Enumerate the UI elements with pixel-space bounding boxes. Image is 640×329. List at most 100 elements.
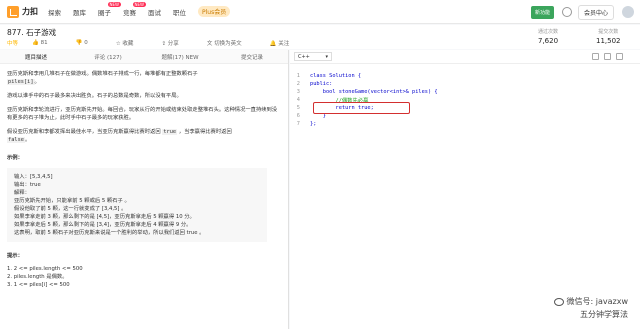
- desc-false-code: false: [7, 137, 25, 143]
- example-line: 这表明，取前 5 颗石子对亚历克斯来说是一个胜利的举动，所以我们返回 true …: [14, 230, 205, 236]
- logo[interactable]: 力扣: [7, 5, 38, 18]
- example-line: 假设他取了前 5 颗，这一行就变成了 [3,4,5] 。: [14, 206, 127, 212]
- like-count: 81: [40, 40, 48, 46]
- tab-comments[interactable]: 评论 (127): [72, 53, 144, 61]
- new-badge: NEW: [107, 1, 121, 7]
- line-number: 2: [296, 81, 300, 87]
- nav-contest[interactable]: 竞赛 NEW: [123, 1, 146, 17]
- submit-count-label: 提交次数: [598, 29, 619, 35]
- favorite-button[interactable]: ☆ 收藏: [116, 39, 148, 47]
- switch-language-button[interactable]: 文 切换为英文: [207, 39, 256, 47]
- dislike-button[interactable]: 👎 0: [76, 40, 102, 46]
- language-value: C++: [298, 53, 310, 60]
- tip-item: 1. 2 <= piles.length <= 500: [7, 266, 83, 272]
- code-editor-panel: C++ ▾ 1 class Solution { 2 public: 3 bool s…: [290, 50, 640, 329]
- watermark-line-2: 五分钟学算法: [580, 310, 628, 319]
- code-text: class Solution {: [310, 73, 362, 79]
- pass-count-block: 通过次数 7,620: [538, 28, 558, 45]
- desc-true-code: true: [162, 129, 178, 135]
- line-number: 1: [296, 73, 300, 79]
- code-line: 2 public:: [290, 80, 640, 88]
- share-button[interactable]: ⇪ 分享: [161, 39, 192, 47]
- desc-paragraph-4: 假设亚历克斯和李都发挥出最佳水平，当亚历克斯赢得比赛时返回 true ，当李赢得…: [7, 128, 281, 144]
- submit-count: 11,502: [596, 37, 621, 45]
- tips-list: 1. 2 <= piles.length <= 500 2. piles.len…: [7, 265, 281, 289]
- new-badge: NEW: [132, 1, 146, 7]
- problem-description: 亚历克斯和李用几堆石子在做游戏。偶数堆石子排成一行，每堆都有正整数颗石子 pile…: [0, 64, 288, 289]
- line-number: 4: [296, 97, 300, 103]
- follow-label: 关注: [278, 41, 290, 47]
- language-select[interactable]: C++ ▾: [294, 52, 332, 61]
- watermark-id: 微信号: javazxw: [566, 297, 628, 306]
- description-tabs: 题目描述 评论 (127) 题解(17) NEW 提交记录: [0, 50, 288, 64]
- share-label: 分享: [167, 41, 179, 47]
- desc-p1-end: 。: [34, 79, 40, 85]
- line-number: 5: [296, 105, 300, 111]
- example-line: 输入：[5,3,4,5]: [14, 174, 53, 180]
- desc-paragraph-3: 亚历克斯和李轮流进行，亚历克斯先开始。每回合，玩家从行的开始或结束处取走整堆石头…: [7, 107, 278, 121]
- line-number: 6: [296, 113, 300, 119]
- reset-icon[interactable]: [604, 53, 611, 60]
- code-text: public:: [310, 81, 333, 87]
- problem-info-bar: 877. 石子游戏 中等 👍 81 👎 0 ☆ 收藏 ⇪ 分享 文 切换为英文 …: [0, 25, 640, 49]
- desc-p4e: 。: [24, 137, 31, 143]
- desc-paragraph-1: 亚历克斯和李用几堆石子在做游戏。偶数堆石子排成一行，每堆都有正整数颗石子 pile…: [7, 70, 281, 86]
- line-number: 7: [296, 121, 300, 127]
- top-navbar: 力扣 探索 题库 圈子 NEW 竞赛 NEW 面试 职位 Plus会员 新功能 会员…: [0, 0, 640, 24]
- nav-circle[interactable]: 圈子 NEW: [98, 1, 121, 17]
- chevron-down-icon: ▾: [325, 53, 328, 60]
- member-center-button[interactable]: 会员中心: [577, 4, 614, 20]
- watermark-line-1: 微信号: javazxw: [553, 295, 628, 308]
- tip-item: 3. 1 <= piles[i] <= 500: [7, 282, 70, 288]
- bell-icon[interactable]: [561, 7, 572, 17]
- example-line: 亚历克斯先开始，只能拿前 5 颗或后 5 颗石子 。: [14, 198, 130, 204]
- follow-button[interactable]: 🔔 关注: [270, 39, 304, 47]
- code-line: 1 class Solution {: [290, 72, 640, 80]
- topbar-right: 新功能 会员中心: [530, 0, 640, 24]
- code-text: bool stoneGame(vector<int>& piles) {: [310, 89, 438, 95]
- example-line: 如果李拿走后 5 颗，那么剩下的是 [3,4]，亚历克斯拿走后 4 颗赢得 9 …: [14, 222, 192, 228]
- leetcode-logo-icon: [7, 5, 19, 18]
- desc-p4a: 假设亚历克斯和李都发挥出最佳水平，当亚历克斯赢得比赛时返回: [7, 129, 161, 135]
- tab-submissions[interactable]: 提交记录: [216, 53, 288, 61]
- submit-count-block: 提交次数 11,502: [596, 28, 621, 45]
- desc-p1: 亚历克斯和李用几堆石子在做游戏。偶数堆石子排成一行，每堆都有正整数颗石子: [7, 71, 198, 77]
- code-area[interactable]: 1 class Solution { 2 public: 3 bool stoneG…: [290, 72, 640, 128]
- desc-p4c: ，当李赢得比赛时返回: [178, 129, 232, 135]
- wechat-icon: [553, 297, 564, 306]
- new-feature-button[interactable]: 新功能: [530, 5, 554, 19]
- highlight-box: [313, 102, 410, 114]
- nav-jobs[interactable]: 职位: [173, 7, 186, 17]
- member-center-label: 会员中心: [583, 9, 608, 17]
- favorite-label: 收藏: [122, 41, 134, 47]
- code-text: };: [310, 121, 317, 127]
- tab-description[interactable]: 题目描述: [0, 53, 72, 61]
- description-panel: 题目描述 评论 (127) 题解(17) NEW 提交记录 亚历克斯和李用几堆石…: [0, 50, 289, 329]
- example-block: 输入：[5,3,4,5] 输出：true 解释： 亚历克斯先开始，只能拿前 5 …: [7, 168, 267, 242]
- logo-text: 力扣: [22, 7, 38, 16]
- nav-problems[interactable]: 题库: [73, 7, 86, 17]
- avatar[interactable]: [622, 6, 634, 18]
- example-line: 解释：: [14, 190, 30, 196]
- example-line: 输出：true: [14, 182, 41, 188]
- fullscreen-icon[interactable]: [616, 53, 623, 60]
- problem-title: 877. 石子游戏: [7, 28, 57, 37]
- example-heading: 示例：: [7, 155, 23, 161]
- switch-language-label: 切换为英文: [214, 41, 242, 47]
- example-line: 如果李拿走前 3 颗，那么剩下的是 [4,5]，亚历克斯拿走后 5 颗赢得 10…: [14, 214, 195, 220]
- settings-icon[interactable]: [592, 53, 599, 60]
- problem-meta: 中等 👍 81 👎 0 ☆ 收藏 ⇪ 分享 文 切换为英文 🔔 关注: [7, 39, 317, 47]
- plus-member-button[interactable]: Plus会员: [198, 6, 231, 17]
- watermark: 微信号: javazxw 五分钟学算法: [553, 295, 628, 321]
- pass-count-label: 通过次数: [538, 29, 559, 35]
- nav-interview[interactable]: 面试: [148, 7, 161, 17]
- code-line: 3 bool stoneGame(vector<int>& piles) {: [290, 88, 640, 96]
- tips-heading: 提示：: [7, 253, 23, 259]
- difficulty-badge: 中等: [7, 41, 19, 47]
- nav-explore[interactable]: 探索: [48, 7, 61, 17]
- line-number: 3: [296, 89, 300, 95]
- desc-p1-code: piles[i]: [7, 79, 35, 85]
- desc-paragraph-2: 游戏以谁手中的石子最多来决出胜负。石子的总数是奇数，所以没有平局。: [7, 93, 182, 99]
- like-button[interactable]: 👍 81: [32, 40, 62, 46]
- tab-solutions[interactable]: 题解(17) NEW: [144, 53, 216, 61]
